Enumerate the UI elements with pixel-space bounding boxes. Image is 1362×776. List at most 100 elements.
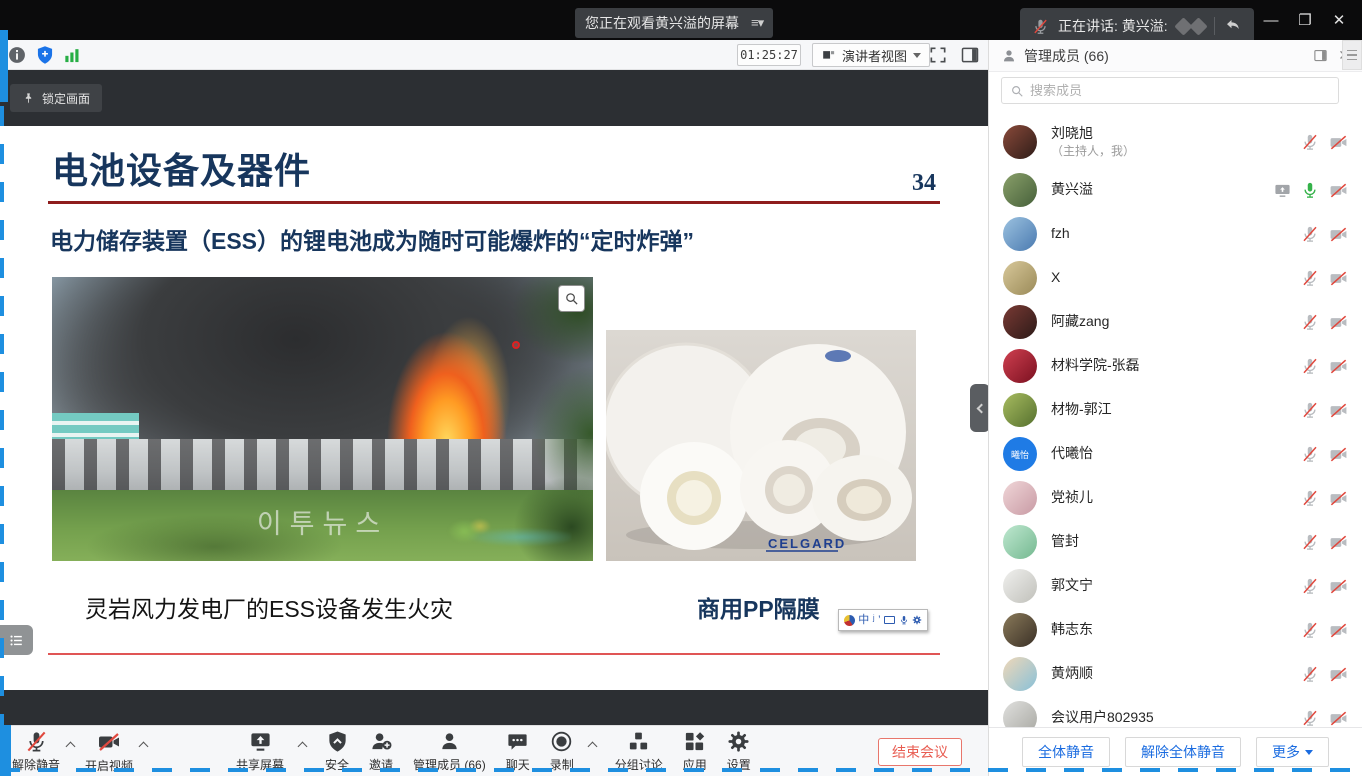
member-search-box[interactable] xyxy=(1001,77,1339,104)
avatar xyxy=(1003,125,1037,159)
camera-status-icon[interactable] xyxy=(1329,225,1348,244)
camera-status-icon[interactable] xyxy=(1329,445,1348,464)
magnifier-icon[interactable] xyxy=(558,285,585,312)
mic-status-icon[interactable] xyxy=(1301,357,1319,375)
panel-collapse-handle[interactable] xyxy=(970,384,990,432)
avatar xyxy=(1003,305,1037,339)
share-options-chevron[interactable] xyxy=(298,742,308,752)
record-button[interactable]: 录制 xyxy=(544,730,580,773)
share-screen-button[interactable]: 共享屏幕 xyxy=(230,730,290,773)
record-options-chevron[interactable] xyxy=(587,742,597,752)
participant-row[interactable]: 材物-郭江 xyxy=(989,388,1362,432)
panel-menu-button[interactable] xyxy=(1342,40,1362,70)
ime-toolbar[interactable]: 中 ʲ ’ xyxy=(838,609,928,631)
camera-status-icon[interactable] xyxy=(1329,533,1348,552)
ime-punct-icon: ’ xyxy=(878,615,880,626)
participant-name: 黄炳顺 xyxy=(1051,665,1093,683)
camera-status-icon[interactable] xyxy=(1329,269,1348,288)
participant-row[interactable]: 黄兴溢 xyxy=(989,168,1362,212)
invite-button[interactable]: 邀请 xyxy=(363,730,399,773)
video-options-chevron[interactable] xyxy=(139,742,149,752)
camera-status-icon[interactable] xyxy=(1329,621,1348,640)
participant-row[interactable]: 郭文宁 xyxy=(989,564,1362,608)
mic-status-icon[interactable] xyxy=(1301,445,1319,463)
more-button[interactable]: 更多 xyxy=(1256,737,1329,767)
fullscreen-icon[interactable] xyxy=(928,45,948,65)
search-input[interactable] xyxy=(1030,83,1330,98)
participant-name: 阿藏zang xyxy=(1051,313,1109,331)
minimize-button[interactable]: — xyxy=(1254,4,1288,36)
unmute-button[interactable]: 解除静音 xyxy=(6,730,66,773)
mic-status-icon[interactable] xyxy=(1301,577,1319,595)
participant-row[interactable]: 会议用户802935 xyxy=(989,696,1362,727)
security-button[interactable]: 安全 xyxy=(319,730,355,773)
manage-members-button[interactable]: 管理成员 (66) xyxy=(407,730,492,773)
participant-row[interactable]: 党祯儿 xyxy=(989,476,1362,520)
ime-moon-icon: ʲ xyxy=(873,615,875,626)
participant-row[interactable]: 阿藏zang xyxy=(989,300,1362,344)
camera-status-icon[interactable] xyxy=(1329,709,1348,728)
chat-button[interactable]: 聊天 xyxy=(500,730,536,773)
info-icon[interactable] xyxy=(7,45,27,65)
lock-view-button[interactable]: 锁定画面 xyxy=(10,84,102,112)
view-mode-dropdown[interactable]: 演讲者视图 xyxy=(812,43,930,67)
close-button[interactable]: ✕ xyxy=(1322,4,1356,36)
search-icon xyxy=(1010,84,1024,98)
camera-status-icon[interactable] xyxy=(1329,577,1348,596)
camera-status-icon[interactable] xyxy=(1329,489,1348,508)
mic-status-icon[interactable] xyxy=(1301,269,1319,287)
title-bar: 您正在观看黄兴溢的屏幕 ≡▾ 正在讲话: 黄兴溢: — ❐ ✕ xyxy=(0,0,1362,40)
mic-status-icon[interactable] xyxy=(1301,709,1319,727)
restore-button[interactable]: ❐ xyxy=(1288,4,1322,36)
mic-status-icon[interactable] xyxy=(1301,181,1319,199)
start-video-button[interactable]: 开启视频 xyxy=(79,730,139,774)
participant-row[interactable]: 黄炳顺 xyxy=(989,652,1362,696)
avatar xyxy=(1003,569,1037,603)
mic-status-icon[interactable] xyxy=(1301,489,1319,507)
record-icon xyxy=(550,730,573,753)
ime-gear-icon xyxy=(912,615,922,625)
banner-menu-icon[interactable]: ≡▾ xyxy=(751,15,763,31)
participant-row[interactable]: 曦怡 代曦怡 xyxy=(989,432,1362,476)
reply-arrow-icon[interactable] xyxy=(1224,17,1242,35)
speaking-text: 正在讲话: 黄兴溢: xyxy=(1058,16,1168,36)
mic-status-icon[interactable] xyxy=(1301,133,1319,151)
mic-muted-icon xyxy=(1032,18,1049,35)
mic-status-icon[interactable] xyxy=(1301,621,1319,639)
mic-status-icon[interactable] xyxy=(1301,665,1319,683)
camera-status-icon[interactable] xyxy=(1329,665,1348,684)
participant-row[interactable]: 材料学院-张磊 xyxy=(989,344,1362,388)
camera-status-icon[interactable] xyxy=(1329,133,1348,152)
side-panel-icon[interactable] xyxy=(960,45,980,65)
participant-row[interactable]: 韩志东 xyxy=(989,608,1362,652)
ime-lang-label: 中 xyxy=(858,615,869,626)
popout-panel-icon[interactable] xyxy=(1313,48,1328,63)
mic-status-icon[interactable] xyxy=(1301,225,1319,243)
network-signal-icon[interactable] xyxy=(62,45,82,65)
end-meeting-button[interactable]: 结束会议 xyxy=(878,738,962,766)
apps-button[interactable]: 应用 xyxy=(677,730,713,773)
participant-row[interactable]: 刘晓旭 （主持人，我） xyxy=(989,116,1362,168)
mic-status-icon[interactable] xyxy=(1301,313,1319,331)
camera-status-icon[interactable] xyxy=(1329,357,1348,376)
participant-row[interactable]: X xyxy=(989,256,1362,300)
camera-status-icon[interactable] xyxy=(1329,313,1348,332)
camera-status-icon[interactable] xyxy=(1329,181,1348,200)
title-underline xyxy=(48,201,940,204)
mic-options-chevron[interactable] xyxy=(66,742,76,752)
participant-row[interactable]: fzh xyxy=(989,212,1362,256)
participant-name: 材物-郭江 xyxy=(1051,401,1112,419)
breakout-button[interactable]: 分组讨论 xyxy=(609,730,669,773)
annotation-tools-button[interactable] xyxy=(0,625,33,655)
security-shield-icon[interactable] xyxy=(35,45,55,65)
unmute-all-button[interactable]: 解除全体静音 xyxy=(1125,737,1241,767)
participant-row[interactable]: 管封 xyxy=(989,520,1362,564)
participant-name: 党祯儿 xyxy=(1051,489,1093,507)
mute-all-button[interactable]: 全体静音 xyxy=(1022,737,1110,767)
ime-mic-icon xyxy=(899,615,909,625)
mic-status-icon[interactable] xyxy=(1301,533,1319,551)
mic-status-icon[interactable] xyxy=(1301,401,1319,419)
members-icon xyxy=(1001,48,1017,64)
settings-button[interactable]: 设置 xyxy=(721,730,757,773)
camera-status-icon[interactable] xyxy=(1329,401,1348,420)
